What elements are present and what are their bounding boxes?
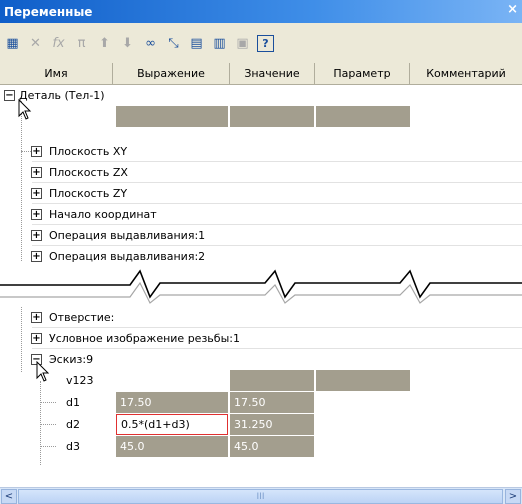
variable-row[interactable]: v123: [0, 370, 522, 391]
value-cell: [230, 106, 314, 127]
tree-row[interactable]: + Плоскость ZX: [0, 162, 522, 183]
tree-row[interactable]: + Начало координат: [0, 204, 522, 225]
tree-item-label: Операция выдавливания:1: [49, 229, 206, 242]
expand-icon[interactable]: ⤡: [165, 35, 182, 52]
tree-line: [21, 151, 31, 152]
horizontal-scrollbar[interactable]: < III >: [0, 487, 522, 504]
mouse-cursor-icon: [18, 99, 32, 120]
expand-toggle[interactable]: +: [31, 312, 42, 323]
tree-row[interactable]: + Операция выдавливания:1: [0, 225, 522, 246]
window-title-bar: Переменные ×: [0, 0, 522, 23]
variable-name: d3: [66, 440, 80, 453]
column-expression[interactable]: Выражение: [113, 63, 230, 84]
close-button[interactable]: ×: [507, 2, 518, 17]
delete-icon[interactable]: ✕: [27, 35, 44, 52]
help-icon[interactable]: ?: [257, 34, 274, 52]
page-icon[interactable]: ▤: [188, 35, 205, 52]
expand-toggle[interactable]: +: [31, 167, 42, 178]
expression-cell[interactable]: 45.0: [116, 436, 228, 457]
tree-line: [40, 446, 56, 447]
table-row[interactable]: [0, 106, 522, 127]
tree-row-root[interactable]: − Деталь (Тел-1): [0, 85, 522, 106]
variables-table: − Деталь (Тел-1) + Плоскость XY + Плоско…: [0, 85, 522, 487]
arrow-down-icon[interactable]: ⬇: [119, 35, 136, 52]
scroll-left-button[interactable]: <: [1, 489, 17, 504]
table-icon[interactable]: ▦: [4, 35, 21, 52]
variable-name: d2: [66, 418, 80, 431]
expand-toggle[interactable]: +: [31, 146, 42, 157]
value-cell: 31.250: [230, 414, 314, 435]
tree-line: [40, 402, 56, 403]
tree-row[interactable]: + Плоскость ZY: [0, 183, 522, 204]
variable-row[interactable]: d2 0.5*(d1+d3) 31.250: [0, 414, 522, 435]
book-icon[interactable]: ▣: [234, 35, 251, 52]
window-title: Переменные: [4, 4, 93, 19]
tree-item-label: Эскиз:9: [49, 353, 94, 366]
function-icon[interactable]: fx: [50, 35, 67, 52]
expand-toggle[interactable]: +: [31, 230, 42, 241]
toolbar: ▦ ✕ fx π ⬆ ⬇ ∞ ⤡ ▤ ▥ ▣ ?: [0, 23, 522, 63]
scroll-thumb[interactable]: III: [18, 489, 503, 504]
tree-item-label: Плоскость XY: [49, 145, 128, 158]
tree-item-label: Операция выдавливания:2: [49, 250, 206, 263]
expression-cell[interactable]: 17.50: [116, 392, 228, 413]
tree-item-label: Отверстие:: [49, 311, 115, 324]
expression-input[interactable]: 0.5*(d1+d3): [116, 414, 228, 435]
pi-icon[interactable]: π: [73, 35, 90, 52]
column-header: Имя Выражение Значение Параметр Коммента…: [0, 63, 522, 85]
link-icon[interactable]: ∞: [142, 35, 159, 52]
value-cell: [230, 370, 314, 391]
arrow-up-icon[interactable]: ⬆: [96, 35, 113, 52]
variable-row[interactable]: d1 17.50 17.50: [0, 392, 522, 413]
value-cell: 45.0: [230, 436, 314, 457]
tree-line: [40, 424, 56, 425]
tree-row[interactable]: + Отверстие:: [0, 307, 522, 328]
variable-name: v123: [66, 374, 94, 387]
tree-row[interactable]: + Плоскость XY: [0, 141, 522, 162]
collapse-toggle[interactable]: −: [4, 90, 15, 101]
mouse-cursor-icon: [36, 361, 50, 382]
variable-name: d1: [66, 396, 80, 409]
column-parameter[interactable]: Параметр: [315, 63, 410, 84]
value-cell: 17.50: [230, 392, 314, 413]
variable-row[interactable]: d3 45.0 45.0: [0, 436, 522, 457]
tree-row[interactable]: + Условное изображение резьбы:1: [0, 328, 522, 349]
tree-row[interactable]: − Эскиз:9: [0, 349, 522, 370]
expand-toggle[interactable]: +: [31, 188, 42, 199]
column-comment[interactable]: Комментарий: [410, 63, 522, 84]
break-lines: [0, 269, 522, 304]
tree-item-label: Условное изображение резьбы:1: [49, 332, 240, 345]
tree-item-label: Плоскость ZY: [49, 187, 128, 200]
grid-icon[interactable]: ▥: [211, 35, 228, 52]
expand-toggle[interactable]: +: [31, 251, 42, 262]
column-name[interactable]: Имя: [0, 63, 113, 84]
parameter-cell: [316, 370, 410, 391]
tree-item-label: Плоскость ZX: [49, 166, 128, 179]
expand-toggle[interactable]: +: [31, 209, 42, 220]
column-value[interactable]: Значение: [230, 63, 315, 84]
expand-toggle[interactable]: +: [31, 333, 42, 344]
expression-cell[interactable]: [116, 106, 228, 127]
scroll-right-button[interactable]: >: [505, 489, 521, 504]
parameter-cell: [316, 106, 410, 127]
tree-item-label: Начало координат: [49, 208, 157, 221]
expression-cell[interactable]: [116, 370, 228, 391]
